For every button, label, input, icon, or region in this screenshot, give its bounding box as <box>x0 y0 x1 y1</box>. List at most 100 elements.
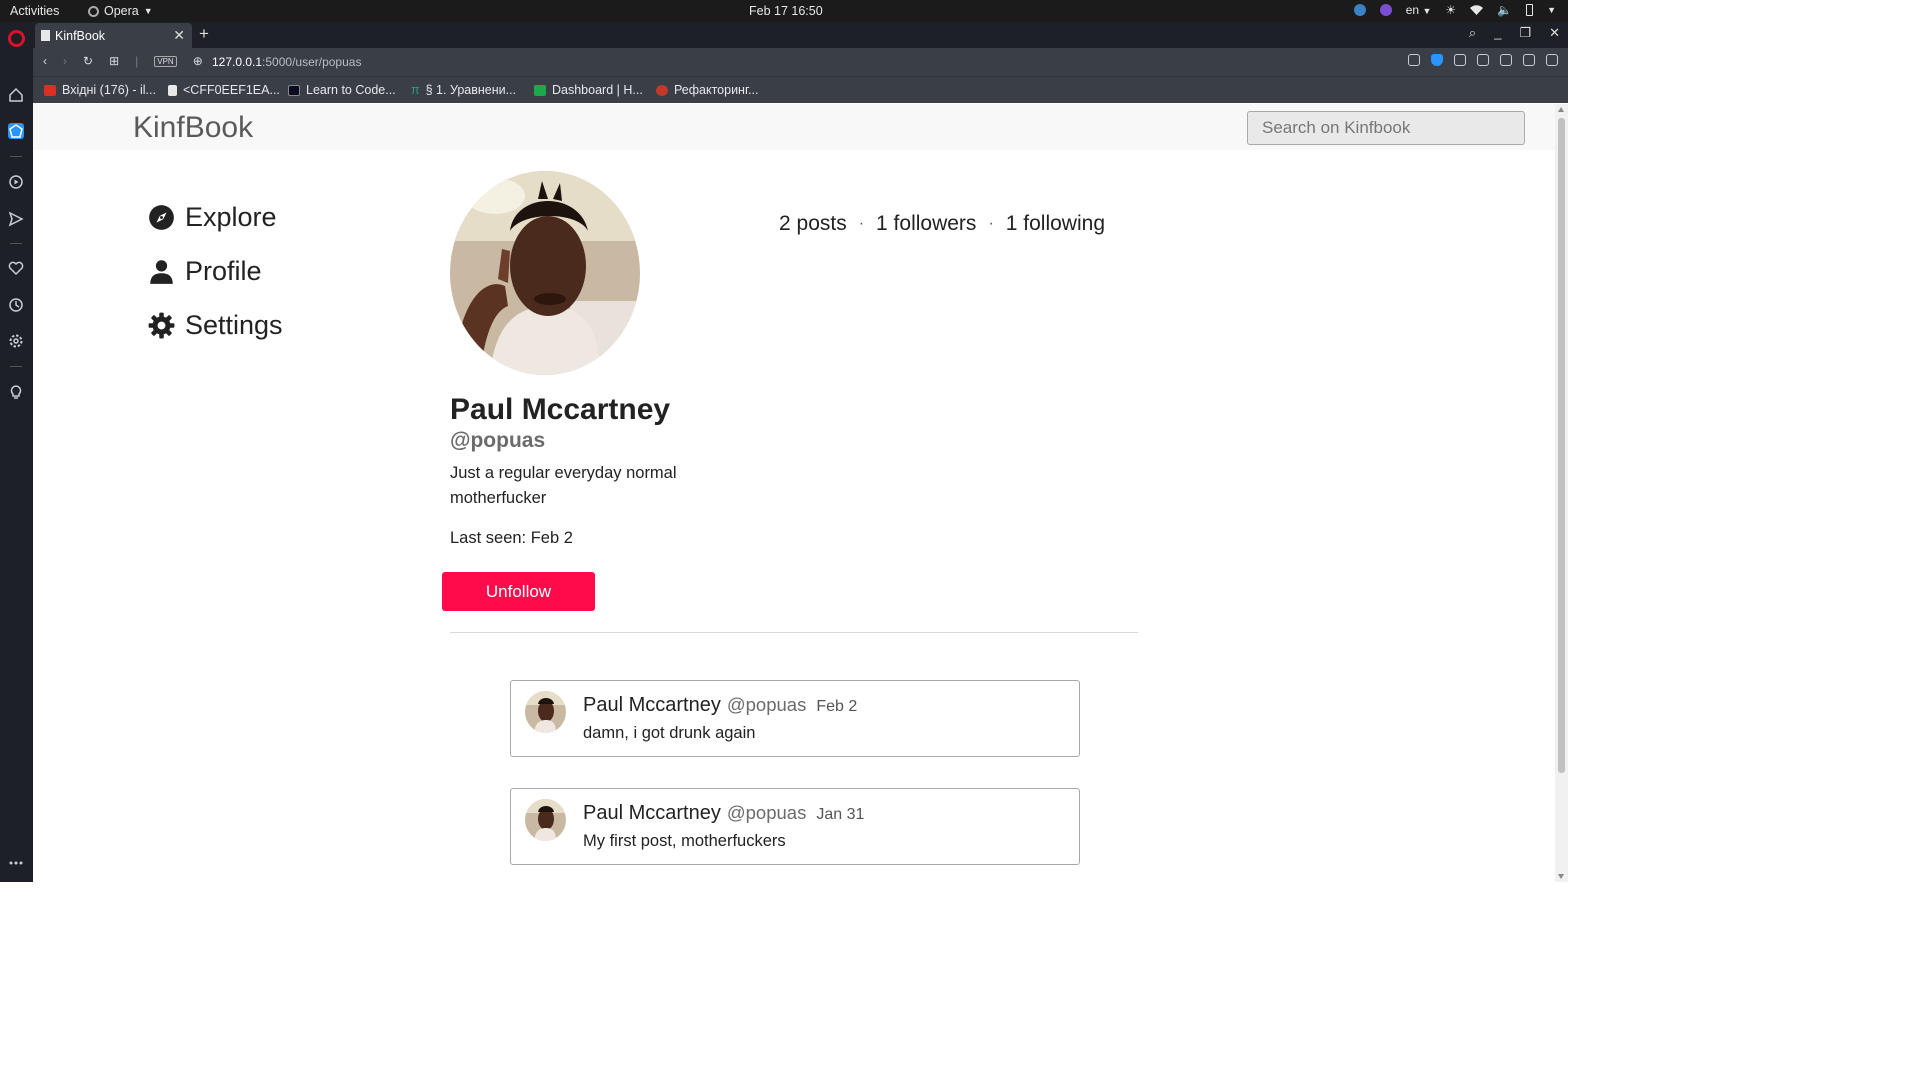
bookmark-item[interactable]: π § 1. Уравнени... <box>411 83 516 97</box>
post-author-handle[interactable]: @popuas <box>727 802 806 824</box>
tab-kinfbook[interactable]: KinfBook ✕ <box>35 23 192 48</box>
download-icon[interactable] <box>1523 54 1535 66</box>
bookmark-label: <CFF0EEF1EA... <box>183 83 280 97</box>
scrollbar-thumb[interactable] <box>1558 118 1565 773</box>
stat-posts[interactable]: 2 posts <box>779 212 847 236</box>
bookmark-label: Dashboard | H... <box>552 83 643 97</box>
shield-icon[interactable] <box>1431 54 1443 66</box>
bookmark-item[interactable]: Вхідні (176) - il... <box>44 83 156 97</box>
post-avatar[interactable] <box>525 799 566 841</box>
bookmarks-bar: Вхідні (176) - il... <CFF0EEF1EA... Lear… <box>33 76 1568 103</box>
scroll-down-arrow-icon[interactable] <box>1558 874 1564 879</box>
nav-explore-label: Explore <box>185 201 277 232</box>
post-author-name[interactable]: Paul Mccartney <box>583 694 721 717</box>
camera-icon[interactable] <box>1408 54 1420 66</box>
site-brand[interactable]: KinfBook <box>133 111 253 145</box>
system-menu-caret-icon[interactable]: ▼ <box>1547 5 1556 15</box>
post-text: My first post, motherfuckers <box>583 832 786 850</box>
back-icon[interactable]: ‹ <box>43 54 47 68</box>
bookmark-label: Вхідні (176) - il... <box>62 83 156 97</box>
player-icon[interactable] <box>8 174 24 190</box>
settings-gear-icon[interactable] <box>8 333 24 349</box>
freecodecamp-icon <box>288 84 300 96</box>
post-card[interactable]: Paul Mccartney @popuas Jan 31 My first p… <box>510 788 1080 865</box>
gear-icon <box>148 312 175 338</box>
nav-explore[interactable]: Explore <box>148 190 283 244</box>
post-card[interactable]: Paul Mccartney @popuas Feb 2 damn, i got… <box>510 680 1080 757</box>
url-path: :5000/user/popuas <box>262 55 362 69</box>
forward-icon[interactable]: › <box>63 54 67 68</box>
activities-button[interactable]: Activities <box>10 4 59 18</box>
caret-down-icon: ▼ <box>143 6 153 16</box>
post-date: Feb 2 <box>816 698 858 715</box>
language-indicator[interactable]: en ▼ <box>1406 3 1432 17</box>
post-author-handle[interactable]: @popuas <box>727 694 806 716</box>
sidebar-separator <box>10 243 22 244</box>
easy-setup-menu-icon[interactable] <box>1546 54 1558 66</box>
history-icon[interactable] <box>8 297 24 313</box>
sidebar-separator <box>10 366 22 367</box>
nav-profile[interactable]: Profile <box>148 244 283 298</box>
flow-send-icon[interactable] <box>1454 54 1466 66</box>
close-window-icon[interactable]: ✕ <box>1549 25 1560 41</box>
restore-icon[interactable]: ❐ <box>1519 25 1531 41</box>
post-header: Paul Mccartney @popuas Feb 2 <box>583 694 857 717</box>
language-label: en <box>1405 3 1420 17</box>
send-icon[interactable] <box>8 211 24 227</box>
vpn-badge[interactable]: VPN <box>154 55 177 67</box>
more-icon[interactable] <box>8 855 24 871</box>
bookmark-item[interactable]: <CFF0EEF1EA... <box>168 83 280 97</box>
page-scrollbar[interactable] <box>1555 104 1568 882</box>
stat-separator: · <box>858 215 865 232</box>
stat-followers[interactable]: 1 followers <box>876 212 976 236</box>
workspace-icon[interactable] <box>8 123 24 139</box>
pi-icon: π <box>411 83 420 97</box>
profile-stats: 2 posts · 1 followers · 1 following <box>779 212 1105 236</box>
tray-extension-icon[interactable] <box>1379 4 1392 16</box>
cube-extension-icon[interactable] <box>1500 54 1512 66</box>
bookmark-item[interactable]: Dashboard | H... <box>534 83 643 97</box>
profile-last-seen: Last seen: Feb 2 <box>450 529 573 547</box>
opera-logo-icon[interactable] <box>8 30 25 47</box>
separator: | <box>135 54 139 68</box>
opera-small-icon <box>88 5 99 17</box>
bookmark-item[interactable]: Learn to Code... <box>288 83 396 97</box>
tab-strip: KinfBook ✕ + ⌕ _ ❐ ✕ <box>33 22 1568 48</box>
tab-search-icon[interactable]: ⌕ <box>1469 25 1476 41</box>
clock[interactable]: Feb 17 16:50 <box>749 4 823 18</box>
reload-icon[interactable]: ↻ <box>83 54 93 68</box>
stat-following[interactable]: 1 following <box>1006 212 1105 236</box>
new-tab-plus-icon[interactable]: + <box>199 24 209 44</box>
tray-app-icon[interactable] <box>1353 4 1366 16</box>
bookmark-label: Learn to Code... <box>306 83 396 97</box>
nav-settings[interactable]: Settings <box>148 298 283 352</box>
minimize-icon[interactable]: _ <box>1494 25 1501 41</box>
site-header: KinfBook <box>33 104 1555 150</box>
user-icon <box>150 259 173 284</box>
site-info-globe-icon[interactable]: ⊕ <box>193 54 203 68</box>
search-input[interactable] <box>1247 111 1525 145</box>
bookmark-item[interactable]: Рефакторинг... <box>656 83 758 97</box>
url-host: 127.0.0.1 <box>212 55 263 69</box>
post-author-name[interactable]: Paul Mccartney <box>583 802 721 825</box>
wifi-icon[interactable] <box>1470 4 1484 16</box>
post-header: Paul Mccartney @popuas Jan 31 <box>583 802 864 825</box>
post-avatar[interactable] <box>525 691 566 733</box>
nav-settings-label: Settings <box>185 309 283 340</box>
heart-icon[interactable] <box>8 260 24 276</box>
volume-icon[interactable]: 🔈 <box>1497 3 1512 17</box>
scroll-up-arrow-icon[interactable] <box>1558 107 1564 112</box>
brightness-icon[interactable]: ☀ <box>1445 3 1456 17</box>
home-icon[interactable] <box>8 87 24 103</box>
nav-buttons: ‹ › ↻ ⊞ | VPN ⊕ <box>43 54 203 68</box>
battery-icon[interactable] <box>1526 4 1534 16</box>
tab-close-icon[interactable]: ✕ <box>173 27 185 44</box>
unfollow-button[interactable]: Unfollow <box>442 572 595 611</box>
lightbulb-icon[interactable] <box>8 384 24 400</box>
left-nav: Explore Profile Settings <box>148 190 283 352</box>
nav-profile-label: Profile <box>185 255 262 286</box>
app-menu[interactable]: Opera ▼ <box>88 4 153 18</box>
tab-overview-icon[interactable]: ⊞ <box>109 54 119 68</box>
heart-outline-icon[interactable] <box>1477 54 1489 66</box>
url-field[interactable]: 127.0.0.1:5000/user/popuas <box>212 55 361 69</box>
